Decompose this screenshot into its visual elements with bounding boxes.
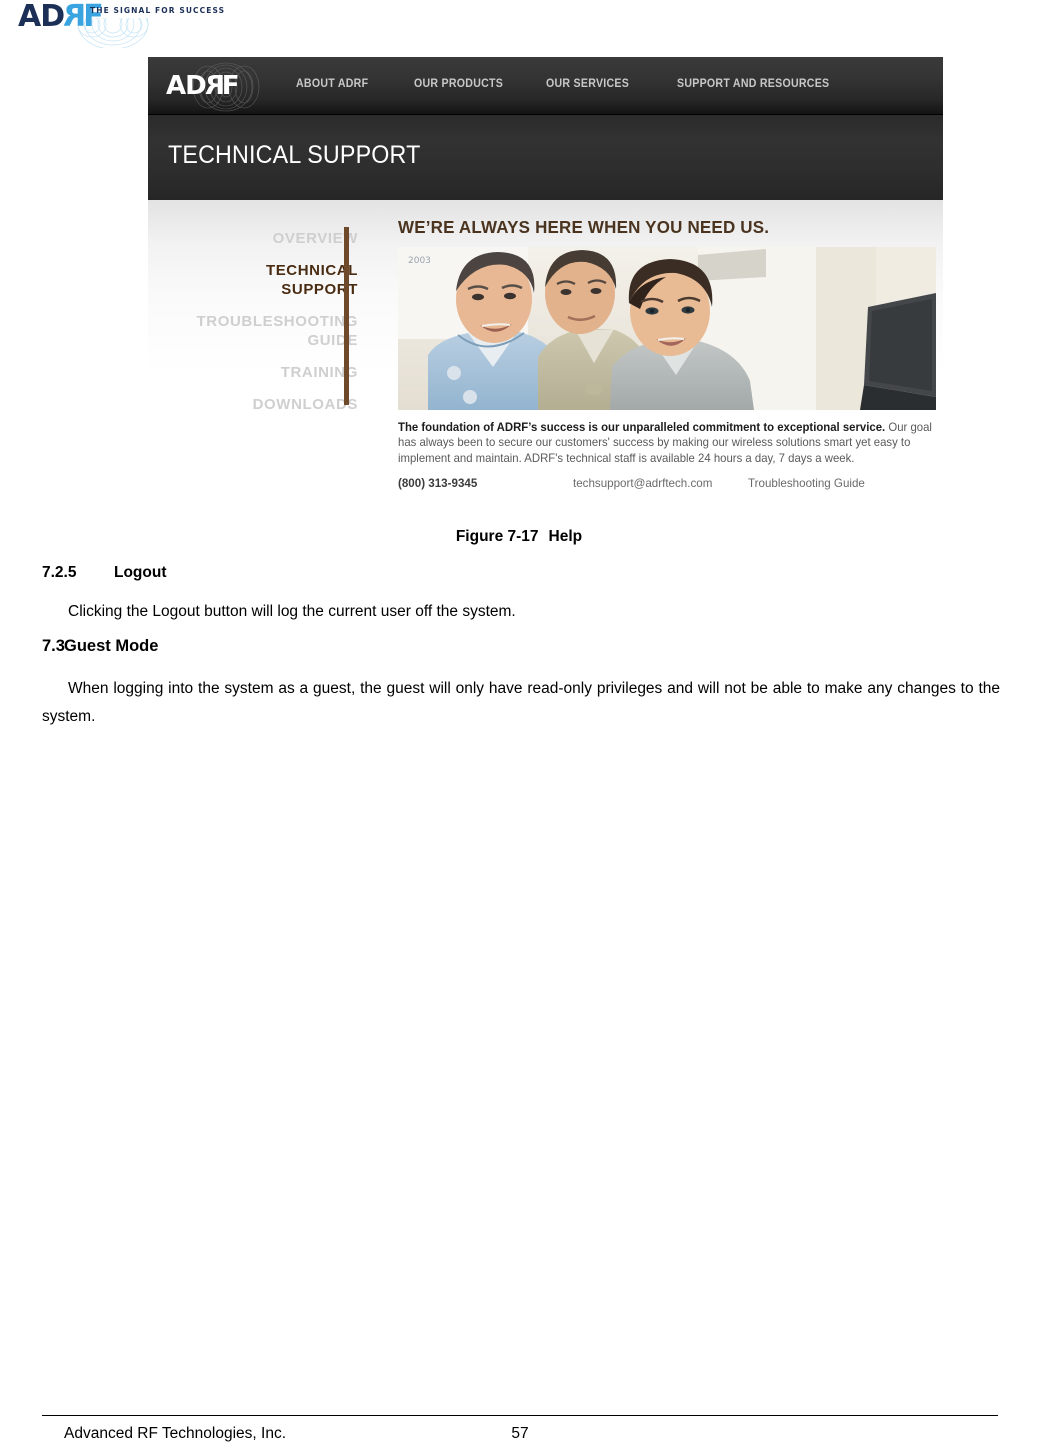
nav-item-our-services[interactable]: OUR SERVICES [546,78,629,90]
site-body: OVERVIEW TECHNICAL SUPPORT TROUBLESHOOTI… [148,200,943,519]
site-logo-text: ADRF [166,71,240,101]
figure-caption-title: Help [548,528,583,545]
svg-text:2003: 2003 [408,256,431,266]
paragraph-logout: Clicking the Logout button will log the … [68,603,516,620]
contact-troubleshooting-guide-link[interactable]: Troubleshooting Guide [748,477,865,490]
heading-7-2-5-title: Logout [114,564,167,581]
site-side-menu: OVERVIEW TECHNICAL SUPPORT TROUBLESHOOTI… [158,229,358,427]
contact-email[interactable]: techsupport@adrftech.com [573,477,748,490]
site-page-title: TECHNICAL SUPPORT [168,141,421,169]
content-contact-row: (800) 313-9345 techsupport@adrftech.com … [398,477,936,490]
site-title-band: TECHNICAL SUPPORT [148,115,943,200]
support-team-photo-graphic: 2003 [398,247,936,410]
paragraph-guest-mode: When logging into the system as a guest,… [42,680,1000,725]
footer-page-number: 57 [511,1425,529,1442]
letterhead-logo-ad: AD [18,0,65,34]
figure-caption: Figure 7-17 Help [0,528,1038,546]
content-headline: WE’RE ALWAYS HERE WHEN YOU NEED US. [398,217,770,237]
letterhead-logo-r: R [64,0,87,34]
page-letterhead: ADRF THE SIGNAL FOR SUCCESS [18,0,318,48]
nav-item-about-adrf[interactable]: ABOUT ADRF [296,78,368,90]
side-menu-item-troubleshooting-guide[interactable]: TROUBLESHOOTING GUIDE [158,312,358,350]
support-team-photo: 2003 [398,247,936,410]
side-menu-item-training[interactable]: TRAINING [158,363,358,382]
letterhead-tagline: THE SIGNAL FOR SUCCESS [90,6,226,15]
site-content: WE’RE ALWAYS HERE WHEN YOU NEED US. 2003… [398,217,936,490]
side-menu-item-technical-support[interactable]: TECHNICAL SUPPORT [158,261,358,299]
page-footer: Advanced RF Technologies, Inc. 57 [42,1421,998,1451]
heading-7-2-5-logout: 7.2.5 Logout [42,564,167,582]
site-body-bottom-fade [148,445,398,519]
figure-caption-number: Figure 7-17 [455,528,539,545]
site-navbar: ADRF ABOUT ADRF OUR PRODUCTS OUR SERVICE… [148,57,943,115]
site-logo[interactable]: ADRF [164,62,268,112]
figure-help-screenshot: ADRF ABOUT ADRF OUR PRODUCTS OUR SERVICE… [148,57,943,519]
nav-item-support-and-resources[interactable]: SUPPORT AND RESOURCES [677,78,829,90]
side-menu-divider [344,227,349,405]
site-nav-items: ABOUT ADRF OUR PRODUCTS OUR SERVICES SUP… [296,78,842,90]
heading-7-3-number: 7.3 [42,637,65,655]
site-logo-r: R [205,71,225,101]
site-logo-ad: AD [166,71,207,101]
content-blurb-bold: The foundation of ADRF’s success is our … [398,421,886,434]
footer-divider [42,1415,998,1416]
content-blurb: The foundation of ADRF’s success is our … [398,420,932,466]
side-menu-item-downloads[interactable]: DOWNLOADS [158,395,358,414]
heading-7-3-guest-mode: 7.3Guest Mode [42,637,158,656]
contact-phone[interactable]: (800) 313-9345 [398,477,573,490]
heading-7-2-5-number: 7.2.5 [42,564,77,581]
side-menu-item-overview[interactable]: OVERVIEW [158,229,358,248]
nav-item-our-products[interactable]: OUR PRODUCTS [414,78,503,90]
heading-7-3-title: Guest Mode [64,637,159,655]
